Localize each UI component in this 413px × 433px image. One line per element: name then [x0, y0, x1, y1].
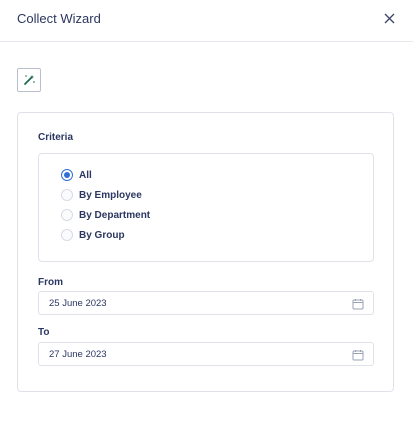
radio-label-by-group: By Group: [79, 229, 125, 241]
close-button[interactable]: [379, 8, 399, 28]
to-label: To: [38, 327, 50, 338]
radio-option-all[interactable]: All: [61, 169, 92, 181]
to-date-input[interactable]: 27 June 2023: [38, 342, 374, 366]
radio-option-by-group[interactable]: By Group: [61, 229, 125, 241]
from-date-value: 25 June 2023: [49, 297, 107, 309]
close-icon: [384, 13, 394, 23]
radio-label-by-employee: By Employee: [79, 189, 142, 201]
criteria-panel: Criteria All By Employee By Department B…: [17, 112, 394, 392]
criteria-options-box: All By Employee By Department By Group: [38, 153, 374, 262]
from-date-input[interactable]: 25 June 2023: [38, 291, 374, 315]
calendar-icon[interactable]: [352, 349, 364, 361]
magic-wand-icon: [24, 75, 35, 85]
from-label: From: [38, 277, 63, 288]
magic-wand-button[interactable]: [17, 68, 41, 92]
radio-label-all: All: [79, 169, 92, 181]
calendar-icon[interactable]: [352, 298, 364, 310]
radio-by-department[interactable]: [61, 209, 73, 221]
radio-by-employee[interactable]: [61, 189, 73, 201]
radio-all[interactable]: [61, 169, 73, 181]
criteria-label: Criteria: [38, 132, 74, 143]
radio-option-by-department[interactable]: By Department: [61, 209, 150, 221]
radio-option-by-employee[interactable]: By Employee: [61, 189, 142, 201]
dialog-title: Collect Wizard: [17, 11, 101, 26]
dialog-header: Collect Wizard: [0, 0, 413, 42]
to-date-value: 27 June 2023: [49, 348, 107, 360]
radio-by-group[interactable]: [61, 229, 73, 241]
radio-label-by-department: By Department: [79, 209, 151, 221]
